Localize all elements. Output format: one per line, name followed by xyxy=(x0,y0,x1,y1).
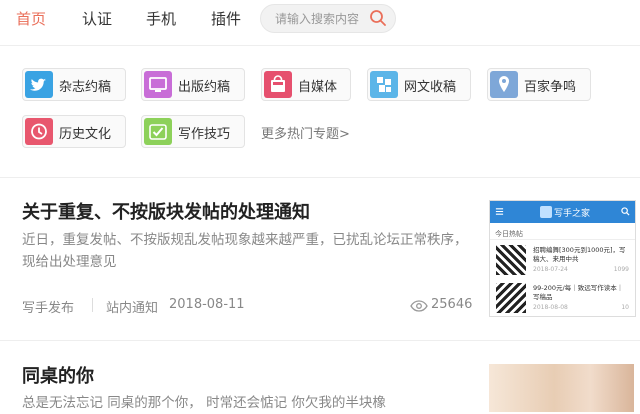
topic-web-novel[interactable]: 网文收稿 xyxy=(367,68,471,101)
qr-code-image xyxy=(496,283,526,313)
topic-writing-tips[interactable]: 写作技巧 xyxy=(141,115,245,148)
thumbnail-section: 今日热帖 xyxy=(495,230,523,238)
divider xyxy=(0,340,640,341)
view-count-number: 25646 xyxy=(431,297,473,312)
divider xyxy=(490,239,635,240)
thumbnail-post-count: 10 xyxy=(621,304,629,311)
nav-mobile[interactable]: 手机 xyxy=(146,8,176,29)
search-icon xyxy=(621,207,630,216)
search-box[interactable]: 请输入搜索内容 xyxy=(260,4,396,33)
stack-icon xyxy=(370,71,398,98)
thumbnail-post-date: 2018-07-24 xyxy=(533,266,568,273)
topic-label: 历史文化 xyxy=(59,127,112,142)
topic-label: 百家争鸣 xyxy=(524,80,577,95)
nav-plugins[interactable]: 插件 xyxy=(211,8,241,29)
topic-debate[interactable]: 百家争鸣 xyxy=(487,68,591,101)
eye-icon xyxy=(410,300,428,312)
thumbnail-app-title: 写手之家 xyxy=(554,209,591,219)
app-logo-icon xyxy=(540,206,552,218)
menu-icon xyxy=(495,208,504,215)
divider xyxy=(0,45,640,46)
article-title[interactable]: 同桌的你 xyxy=(22,362,94,388)
search-icon[interactable] xyxy=(369,9,387,27)
article-abstract: 总是无法忘记 同桌的那个你， 时常还会惦记 你欠我的半块橡 xyxy=(22,395,386,411)
qr-code-image xyxy=(496,245,526,275)
thumbnail-post-title: 99-200元/每｜致远写作读本｜写稿品 xyxy=(533,284,624,301)
article-category[interactable]: 站内通知 xyxy=(106,297,158,316)
topic-label: 杂志约稿 xyxy=(59,80,112,95)
top-nav: 首页 认证 手机 插件 请输入搜索内容 xyxy=(0,0,640,44)
search-input[interactable]: 请输入搜索内容 xyxy=(275,10,359,27)
thumbnail-header: 写手之家 xyxy=(490,201,635,223)
article-abstract: 近日，重复发帖、不按版规乱发帖现象越来越严重，已扰乱论坛正常秩序，现给出处理意见 xyxy=(22,232,468,270)
article-date: 2018-08-11 xyxy=(169,297,245,312)
article-title[interactable]: 关于重复、不按版块发帖的处理通知 xyxy=(22,198,310,224)
thumbnail-post-title: 招聘编舞[300元到1000元]，写稿大、来用中共 xyxy=(533,246,626,263)
location-pin-icon xyxy=(490,71,518,98)
check-pen-icon xyxy=(144,118,172,145)
shopping-bag-icon xyxy=(264,71,292,98)
topic-history[interactable]: 历史文化 xyxy=(22,115,126,148)
thumbnail-post-count: 1099 xyxy=(613,266,629,273)
divider xyxy=(0,177,640,178)
topic-magazine[interactable]: 杂志约稿 xyxy=(22,68,126,101)
thumbnail-post-date: 2018-08-08 xyxy=(533,304,568,311)
topic-self-media[interactable]: 自媒体 xyxy=(261,68,351,101)
topic-label: 出版约稿 xyxy=(178,80,231,95)
topic-label: 写作技巧 xyxy=(178,127,231,142)
monitor-icon xyxy=(144,71,172,98)
nav-home[interactable]: 首页 xyxy=(16,8,46,29)
article-author[interactable]: 写手发布 xyxy=(22,297,74,316)
twitter-bird-icon xyxy=(25,71,53,98)
more-topics-link[interactable]: 更多热门专题> xyxy=(261,123,350,142)
article-thumbnail[interactable]: 写手之家 今日热帖 招聘编舞[300元到1000元]，写稿大、来用中共 2018… xyxy=(489,200,636,317)
topic-label: 网文收稿 xyxy=(404,80,457,95)
nav-certification[interactable]: 认证 xyxy=(82,8,112,29)
topic-label: 自媒体 xyxy=(298,80,338,95)
article-thumbnail[interactable] xyxy=(489,364,634,412)
divider xyxy=(92,298,93,312)
clock-icon xyxy=(25,118,53,145)
topic-publishing[interactable]: 出版约稿 xyxy=(141,68,245,101)
